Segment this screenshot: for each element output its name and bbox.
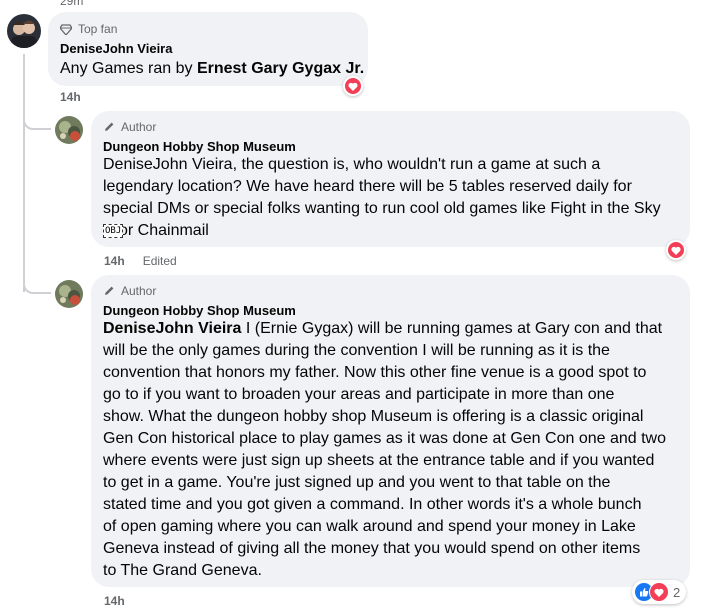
comment-time[interactable]: 14h bbox=[104, 594, 125, 608]
heart-icon bbox=[348, 82, 358, 91]
comment-line: to get in a game. You're just signed up … bbox=[103, 474, 611, 491]
comment-line: to The Grand Geneva. bbox=[103, 562, 262, 579]
badge-label: Author bbox=[121, 284, 157, 298]
comment-line: Geneva instead of giving all the money t… bbox=[103, 540, 641, 557]
comment-line: of open gaming where you can walk around… bbox=[103, 518, 636, 535]
comment-line: DeniseJohn Vieira, the question is, who … bbox=[103, 156, 601, 173]
comment-line: will be the only games during the conven… bbox=[103, 342, 610, 359]
author-badge: Author bbox=[103, 284, 156, 298]
comment-bubble: Author Dungeon Hobby Shop Museum DeniseJ… bbox=[91, 275, 690, 587]
comment-text-bold: Ernest Gary Gygax Jr. bbox=[196, 60, 365, 77]
heart-icon bbox=[649, 582, 669, 602]
comment-line: go to if you want to broaden your areas … bbox=[103, 386, 615, 403]
thread-line bbox=[23, 54, 25, 292]
comment-line: stated time and you got given a command.… bbox=[103, 496, 642, 513]
pencil-icon bbox=[105, 122, 114, 131]
dungeon-logo-icon bbox=[55, 280, 83, 308]
diamond-icon bbox=[60, 23, 72, 35]
comment-line: convention that honors my father. Now th… bbox=[103, 364, 647, 381]
reaction-summary[interactable]: 2 bbox=[632, 580, 687, 604]
comment-line: legendary location? We have heard there … bbox=[103, 178, 632, 195]
comment-time[interactable]: 14h bbox=[104, 254, 125, 268]
comment-bubble: Author Dungeon Hobby Shop Museum DeniseJ… bbox=[91, 111, 690, 247]
comment-line: DeniseJohn Vieira I (Ernie Gygax) will b… bbox=[103, 320, 663, 337]
dungeon-logo-icon bbox=[55, 116, 83, 144]
reaction-count: 2 bbox=[673, 584, 681, 600]
comment-line: special DMs or special folks wanting to … bbox=[103, 200, 661, 217]
badge-label: Author bbox=[121, 120, 157, 134]
mention-link[interactable]: DeniseJohn Vieira bbox=[103, 320, 241, 337]
comment-line: where events were just sign up sheets at… bbox=[103, 452, 655, 469]
heart-reaction[interactable] bbox=[666, 240, 686, 260]
heart-icon bbox=[671, 246, 681, 255]
author-badge: Author bbox=[103, 120, 156, 134]
avatar[interactable] bbox=[55, 280, 83, 308]
edited-label[interactable]: Edited bbox=[143, 254, 177, 268]
comment-line: Gen Con historical place to play games a… bbox=[103, 430, 666, 447]
comment-bubble: Top fan DeniseJohn Vieira Any Games ran … bbox=[48, 12, 368, 86]
heart-reaction[interactable] bbox=[343, 76, 363, 96]
commenter-name[interactable]: Dungeon Hobby Shop Museum bbox=[103, 139, 296, 154]
comment-line: or Chainmail bbox=[119, 222, 209, 239]
badge-label: Top fan bbox=[78, 22, 118, 36]
comment-line: show. What the dungeon hobby shop Museum… bbox=[103, 408, 644, 425]
comment-text: DeniseJohn Vieira, the question is, who … bbox=[103, 154, 661, 242]
top-fan-badge: Top fan bbox=[60, 22, 117, 36]
thread-connector bbox=[23, 118, 51, 130]
user-photo-icon bbox=[7, 14, 41, 48]
avatar[interactable] bbox=[55, 116, 83, 144]
commenter-name[interactable]: DeniseJohn Vieira bbox=[60, 41, 172, 56]
comment-text: Any Games ran by Ernest Gary Gygax Jr. bbox=[60, 58, 364, 80]
comment-time[interactable]: 14h bbox=[60, 90, 81, 104]
object-placeholder-mark: OBJ bbox=[103, 224, 124, 238]
avatar[interactable] bbox=[7, 14, 41, 48]
thread-connector bbox=[23, 282, 51, 294]
comment-text: DeniseJohn Vieira I (Ernie Gygax) will b… bbox=[103, 318, 666, 582]
comment-meta: 14h Edited bbox=[104, 254, 177, 268]
commenter-name[interactable]: Dungeon Hobby Shop Museum bbox=[103, 303, 296, 318]
previous-timestamp: 29m bbox=[60, 0, 84, 8]
comment-text-prefix: Any Games ran by bbox=[60, 60, 197, 77]
pencil-icon bbox=[105, 286, 114, 295]
